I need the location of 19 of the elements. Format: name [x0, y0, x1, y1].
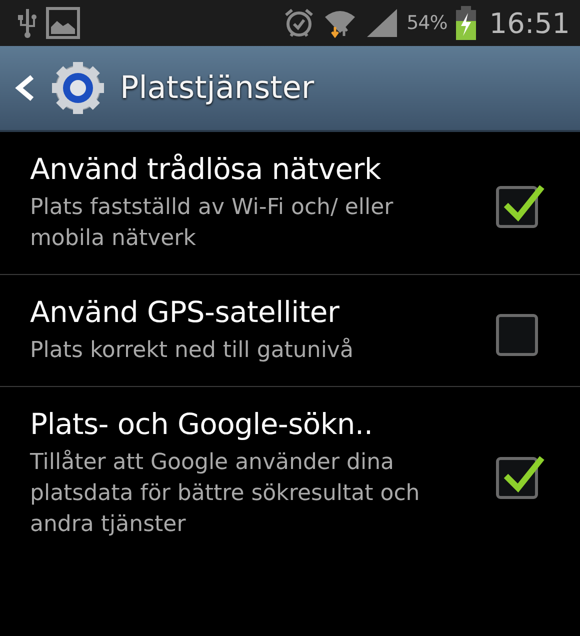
clock: 16:51 [489, 6, 570, 40]
setting-summary: Tillåter att Google använder dina platsdata för bättre sökresultat och andra tjänster [30, 448, 421, 539]
screen-title: Platstjänster [120, 70, 314, 106]
setting-title: Plats- och Google-sökn.. [30, 407, 374, 441]
battery-percent: 54% [406, 12, 448, 34]
setting-summary: Plats fastställd av Wi-Fi och/ eller mobila nätverk [30, 194, 394, 253]
image-icon [46, 7, 80, 39]
signal-icon [364, 7, 399, 39]
setting-row[interactable]: Använd trådlösa nätverk Plats fastställd av Wi-Fi och/ eller mobila nätverk [0, 132, 580, 275]
alarm-clock-icon [282, 7, 315, 39]
back-icon[interactable] [14, 73, 36, 103]
charging-battery-icon [455, 6, 478, 40]
setting-summary: Plats korrekt ned till gatunivå [30, 336, 354, 365]
setting-row[interactable]: Plats- och Google-sökn.. Tillåter att Google använder dina platsdata för bättre sökresultat och andra tjänster [0, 387, 580, 560]
setting-title: Använd GPS-satelliter [30, 295, 340, 329]
gear-icon [50, 60, 106, 116]
setting-title: Använd trådlösa nätverk [30, 152, 382, 186]
setting-row[interactable]: Använd GPS-satelliter Plats korrekt ned till gatunivå [0, 275, 580, 387]
usb-icon [16, 7, 38, 39]
